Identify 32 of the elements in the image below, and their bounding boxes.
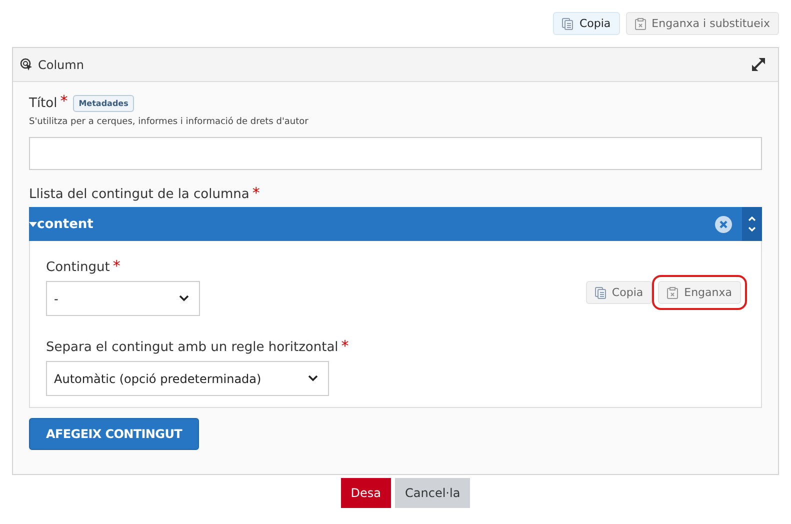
copy-icon bbox=[594, 286, 606, 298]
select-field[interactable]: - bbox=[46, 281, 200, 316]
copy-icon bbox=[562, 18, 574, 30]
item-header[interactable]: content bbox=[29, 207, 762, 241]
required-mark: * bbox=[60, 95, 68, 107]
add-content-button[interactable]: AFEGEIX CONTINGUT bbox=[29, 418, 200, 450]
caret-icon[interactable] bbox=[29, 222, 37, 226]
required-mark: * bbox=[252, 187, 260, 199]
field-label: Separa el contingut amb un regle horitzontal bbox=[46, 340, 338, 355]
expand-icon[interactable] bbox=[751, 57, 766, 72]
clipboard-icon bbox=[634, 18, 646, 30]
required-mark: * bbox=[112, 260, 120, 272]
copy-button[interactable]: Copia bbox=[586, 281, 652, 304]
remove-icon[interactable] bbox=[715, 216, 732, 232]
clipboard-icon bbox=[667, 286, 678, 298]
cancel-button[interactable]: Cancel·la bbox=[395, 478, 470, 508]
title-input[interactable] bbox=[29, 137, 762, 170]
field-label: Llista del contingut de la columna bbox=[29, 187, 250, 202]
required-mark: * bbox=[341, 340, 349, 352]
paste-button[interactable]: Enganxa i substitueix bbox=[626, 12, 779, 35]
metadata-tag[interactable]: Metadades bbox=[72, 95, 134, 112]
pointer-icon bbox=[20, 58, 33, 71]
help-text: S'utilitza per a cerques, informes i informació de drets d'autor bbox=[29, 117, 310, 127]
select-field[interactable]: Automàtic (opció predeterminada) bbox=[46, 361, 329, 396]
save-button[interactable]: Desa bbox=[340, 478, 392, 508]
panel-title: Column bbox=[38, 58, 85, 72]
copy-button[interactable]: Copia bbox=[553, 12, 620, 35]
field-label: Títol bbox=[29, 96, 58, 111]
field-label: Contingut bbox=[46, 260, 110, 275]
reorder-handle[interactable] bbox=[742, 207, 762, 241]
chevron-down-icon bbox=[179, 295, 189, 302]
chevron-down-icon bbox=[308, 375, 318, 382]
